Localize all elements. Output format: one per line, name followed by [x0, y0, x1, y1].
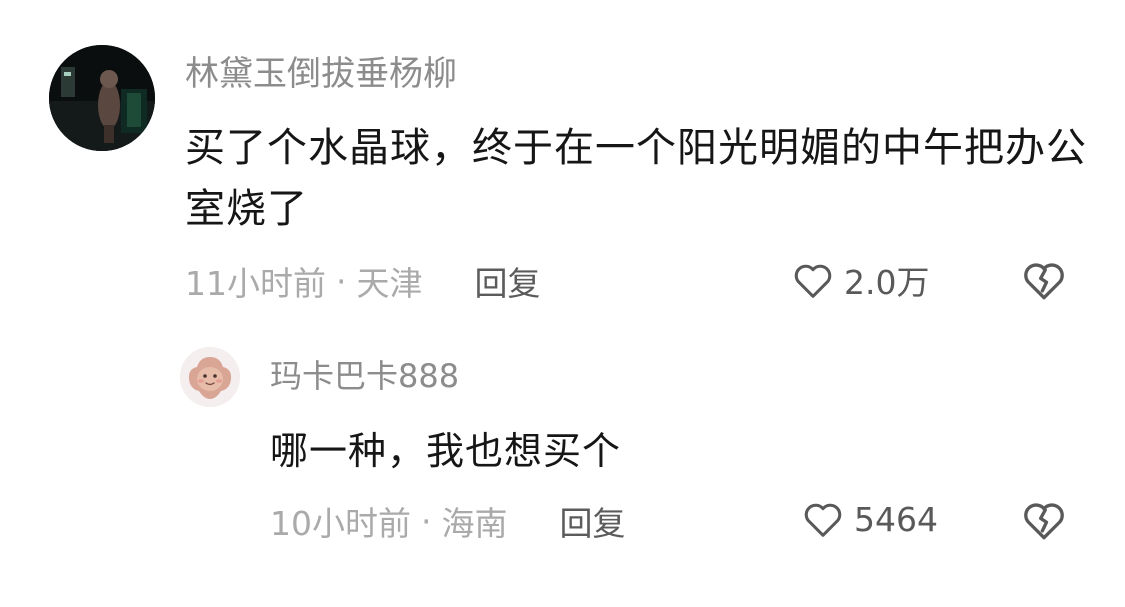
like-button[interactable]: 2.0万	[790, 256, 929, 304]
comment-username[interactable]: 林黛玉倒拔垂杨柳	[185, 53, 457, 95]
reply-avatar[interactable]	[180, 347, 240, 407]
dislike-button[interactable]	[1019, 255, 1069, 305]
like-count: 5464	[854, 499, 938, 539]
reply-username[interactable]: 玛卡巴卡888	[270, 356, 459, 396]
heart-outline-icon	[790, 257, 836, 303]
reply-button[interactable]: 回复	[475, 257, 541, 305]
reply-location: 海南	[441, 504, 508, 543]
like-count: 2.0万	[844, 263, 930, 302]
meta-separator: ·	[421, 501, 432, 541]
comment-thread: 林黛玉倒拔垂杨柳 买了个水晶球，终于在一个阳光明媚的中午把办公室烧了 11小时前…	[0, 0, 1125, 607]
meta-separator: ·	[336, 261, 347, 301]
broken-heart-icon	[1019, 495, 1069, 545]
comment-text: 买了个水晶球，终于在一个阳光明媚的中午把办公室烧了	[185, 125, 1087, 232]
comment-meta: 11小时前 · 天津 回复	[185, 258, 541, 304]
reply-like-button[interactable]: 5464	[800, 496, 938, 542]
reply-meta: 10小时前 · 海南 回复	[270, 498, 626, 544]
avatar-image	[49, 45, 155, 151]
reply-avatar-image	[180, 347, 240, 407]
reply-text: 哪一种，我也想买个	[270, 429, 622, 473]
reply-time: 10小时前	[270, 504, 411, 543]
comment-time: 11小时前	[185, 264, 326, 303]
comment-location: 天津	[356, 264, 423, 303]
avatar[interactable]	[49, 45, 155, 151]
heart-outline-icon	[800, 496, 846, 542]
reply-button[interactable]: 回复	[560, 497, 626, 545]
reply-dislike-button[interactable]	[1019, 495, 1069, 545]
broken-heart-icon	[1019, 255, 1069, 305]
